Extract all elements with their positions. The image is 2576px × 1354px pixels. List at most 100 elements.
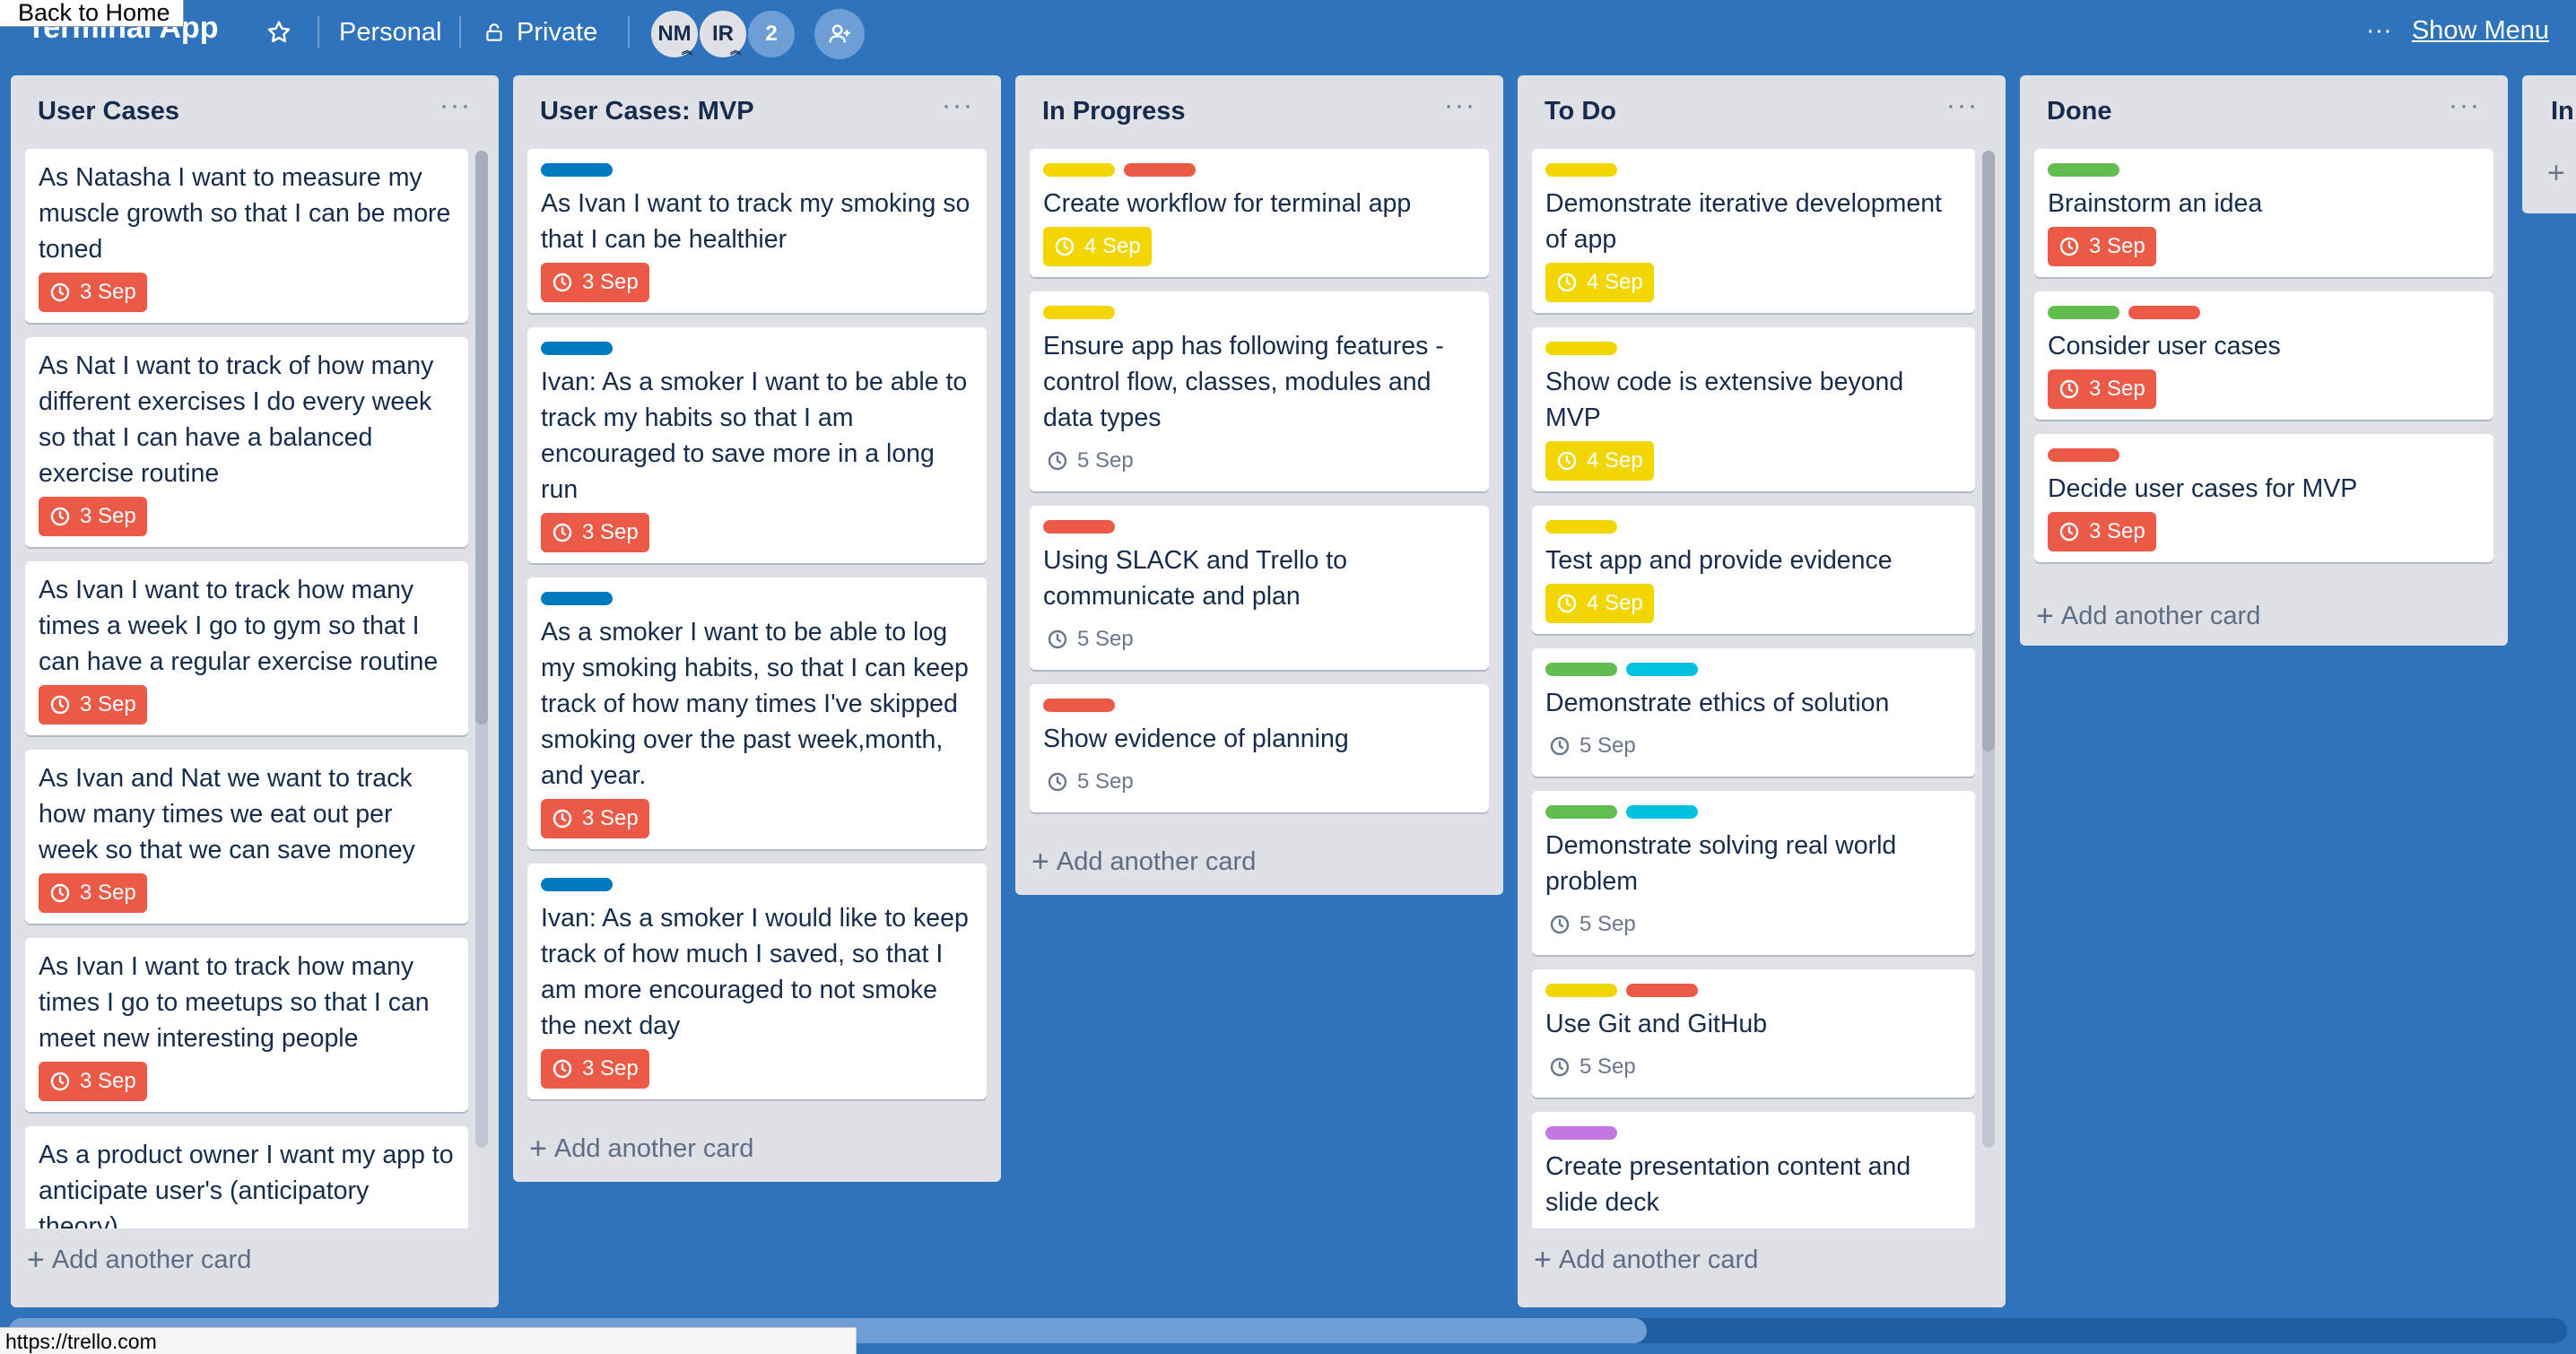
due-date-badge[interactable]: 3 Sep [541, 513, 649, 552]
card[interactable]: As a product owner I want my app to anti… [25, 1126, 468, 1228]
card[interactable]: As Ivan I want to track how many times a… [25, 561, 468, 735]
label-yellow[interactable] [1043, 163, 1115, 177]
label-green[interactable] [1545, 805, 1617, 819]
list-column[interactable]: In Progress ··· Create workflow for termin… [1015, 75, 1503, 895]
due-date-badge[interactable]: 3 Sep [2048, 227, 2156, 266]
due-date-badge[interactable]: 3 Sep [541, 799, 649, 838]
due-date-badge[interactable]: 3 Sep [39, 273, 147, 312]
card[interactable]: Use Git and GitHub 5 Sep [1532, 969, 1975, 1098]
card[interactable]: Decide user cases for MVP 3 Sep [2034, 434, 2493, 562]
list-title[interactable]: User Cases [38, 97, 179, 149]
add-card-button[interactable]: + Add another card [1015, 830, 1503, 893]
list-menu-icon[interactable]: ··· [2449, 92, 2481, 149]
due-date-badge[interactable]: 3 Sep [2048, 512, 2156, 551]
label-green[interactable] [1545, 663, 1617, 676]
due-date-badge[interactable]: 3 Sep [541, 263, 649, 302]
due-date-badge[interactable]: 5 Sep [1545, 726, 1647, 766]
list-menu-icon[interactable]: ··· [439, 92, 472, 149]
due-date-badge[interactable]: 4 Sep [1545, 263, 1654, 302]
list-title[interactable]: Done [2047, 97, 2112, 149]
card[interactable]: As Ivan I want to track how many times I… [25, 938, 468, 1112]
due-date-badge[interactable]: 3 Sep [39, 873, 147, 913]
due-date-badge[interactable]: 3 Sep [541, 1049, 649, 1089]
label-sky[interactable] [1626, 663, 1698, 676]
card[interactable]: Consider user cases 3 Sep [2034, 291, 2493, 420]
card[interactable]: Show code is extensive beyond MVP 4 Sep [1532, 327, 1975, 491]
label-yellow[interactable] [1545, 163, 1617, 177]
due-date-badge[interactable]: 5 Sep [1043, 620, 1144, 659]
due-date-badge[interactable]: 3 Sep [2048, 369, 2156, 409]
list-column[interactable]: User Cases: MVP ··· As Ivan I want to trac… [513, 75, 1001, 1182]
card[interactable]: As Natasha I want to measure my muscle g… [25, 149, 468, 323]
list-title[interactable]: User Cases: MVP [540, 97, 754, 149]
card[interactable]: Demonstrate iterative development of app… [1532, 149, 1975, 313]
invite-member-button[interactable] [814, 9, 865, 59]
card[interactable]: Create workflow for terminal app 4 Sep [1030, 149, 1489, 277]
list-column[interactable]: User Cases ··· As Natasha I want to measur… [11, 75, 499, 1307]
member-avatar-nm[interactable]: NM ︽ [649, 9, 700, 59]
label-red[interactable] [1043, 699, 1115, 712]
list-column[interactable]: In + [2522, 75, 2576, 213]
due-date-badge[interactable]: 3 Sep [39, 1062, 147, 1101]
due-date-badge[interactable]: 5 Sep [1545, 1047, 1647, 1087]
card[interactable]: As Ivan and Nat we want to track how man… [25, 750, 468, 924]
card[interactable]: Ensure app has following features - cont… [1030, 291, 1489, 491]
list-menu-icon[interactable]: ··· [942, 92, 974, 149]
add-card-button[interactable]: + Add another card [1518, 1228, 2006, 1291]
card[interactable]: Brainstorm an idea 3 Sep [2034, 149, 2493, 277]
due-date-badge[interactable]: 5 Sep [1043, 441, 1144, 481]
card[interactable]: As Nat I want to track of how many diffe… [25, 337, 468, 547]
list-title[interactable]: To Do [1545, 97, 1616, 149]
show-menu-button[interactable]: ··· Show Menu [2366, 16, 2549, 46]
card[interactable]: Show evidence of planning 5 Sep [1030, 684, 1489, 812]
card[interactable]: Ivan: As a smoker I would like to keep t… [527, 864, 987, 1099]
label-red[interactable] [2048, 448, 2119, 462]
add-card-button[interactable]: + Add another card [2020, 585, 2508, 647]
label-yellow[interactable] [1043, 306, 1115, 319]
label-green[interactable] [2048, 306, 2119, 319]
add-card-button[interactable]: + [2522, 149, 2576, 191]
label-red[interactable] [2128, 306, 2200, 319]
card[interactable]: Ivan: As a smoker I want to be able to t… [527, 327, 987, 563]
visibility-button[interactable]: Private [483, 13, 597, 52]
due-date-badge[interactable]: 4 Sep [1043, 227, 1152, 266]
list-column[interactable]: To Do ··· Demonstrate iterative developmen… [1518, 75, 2006, 1307]
card[interactable]: Demonstrate solving real world problem 5 … [1532, 791, 1975, 955]
list-scroll-thumb[interactable] [475, 151, 488, 725]
label-yellow[interactable] [1545, 984, 1617, 997]
label-red[interactable] [1124, 163, 1196, 177]
label-yellow[interactable] [1545, 342, 1617, 355]
list-menu-icon[interactable]: ··· [1444, 92, 1476, 149]
due-date-badge[interactable]: 5 Sep [1043, 762, 1144, 802]
due-date-badge[interactable]: 4 Sep [1545, 441, 1654, 481]
due-date-badge[interactable]: 5 Sep [1545, 905, 1647, 944]
member-avatar-ir[interactable]: IR ︽ [698, 9, 748, 59]
label-green[interactable] [2048, 163, 2119, 177]
due-date-badge[interactable]: 3 Sep [39, 685, 147, 725]
list-title[interactable]: In Progress [1042, 97, 1186, 149]
label-sky[interactable] [1626, 805, 1698, 819]
label-purple[interactable] [1545, 1126, 1617, 1140]
list-menu-icon[interactable]: ··· [1946, 92, 1979, 149]
card[interactable]: As a smoker I want to be able to log my … [527, 577, 987, 849]
list-scroll-thumb[interactable] [1982, 151, 1995, 751]
list-column[interactable]: Done ··· Brainstorm an idea 3 Sep Consider u… [2020, 75, 2508, 646]
add-card-button[interactable]: + Add another card [11, 1228, 499, 1291]
card[interactable]: Test app and provide evidence 4 Sep [1532, 506, 1975, 634]
label-red[interactable] [1043, 520, 1115, 534]
card[interactable]: Demonstrate ethics of solution 5 Sep [1532, 648, 1975, 777]
label-blue[interactable] [541, 342, 613, 355]
card[interactable]: As Ivan I want to track my smoking so th… [527, 149, 987, 313]
label-blue[interactable] [541, 163, 613, 177]
list-title[interactable]: In [2551, 97, 2574, 149]
label-yellow[interactable] [1545, 520, 1617, 534]
star-button[interactable] [265, 13, 292, 52]
card[interactable]: Create presentation content and slide de… [1532, 1112, 1975, 1228]
card[interactable]: Using SLACK and Trello to communicate an… [1030, 506, 1489, 670]
label-blue[interactable] [541, 878, 613, 891]
team-button[interactable]: Personal [339, 13, 441, 52]
label-blue[interactable] [541, 592, 613, 605]
due-date-badge[interactable]: 3 Sep [39, 497, 147, 536]
label-red[interactable] [1626, 984, 1698, 997]
due-date-badge[interactable]: 4 Sep [1545, 584, 1654, 623]
